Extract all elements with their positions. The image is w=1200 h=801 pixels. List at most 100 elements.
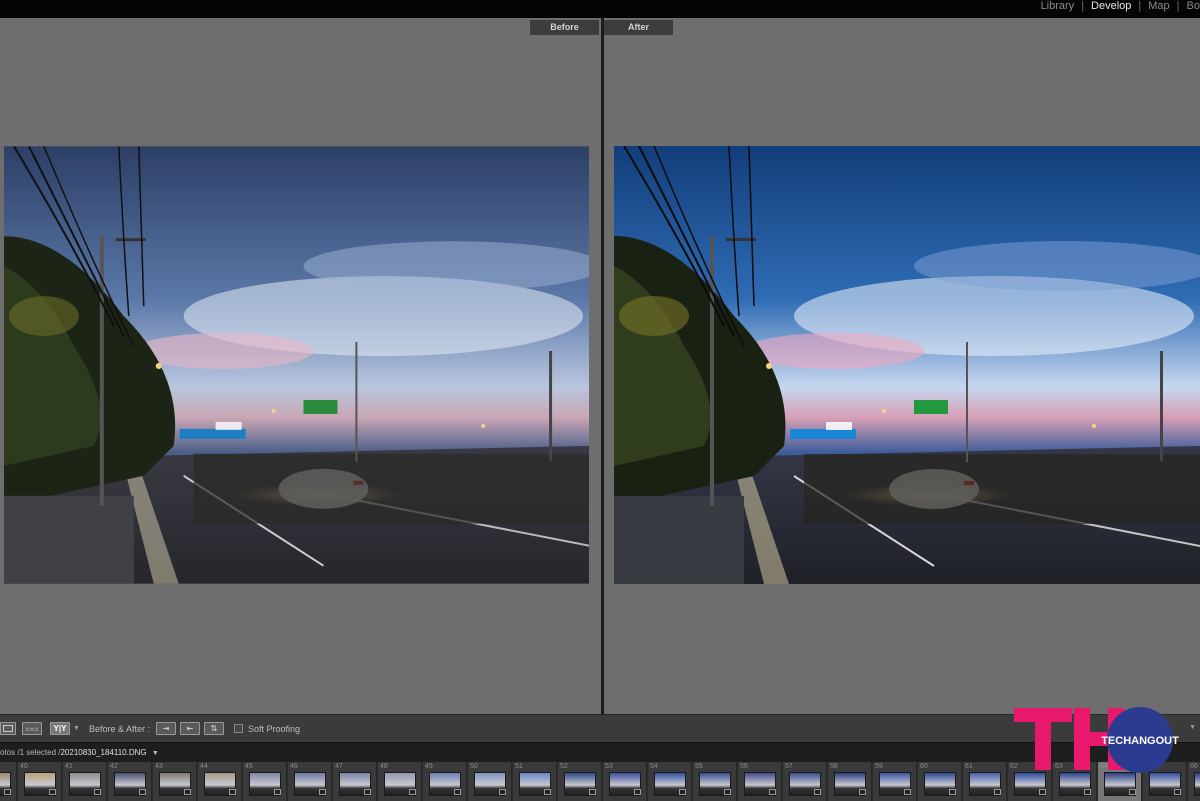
logo-text: TECHANGOUT (1101, 735, 1179, 747)
thumbnail-number: 52 (560, 763, 568, 770)
filmstrip-thumbnail[interactable]: 51 (513, 762, 557, 801)
after-photo-image (614, 146, 1200, 584)
before-after-label: Before & After : (88, 723, 150, 734)
module-develop[interactable]: Develop (1091, 1, 1131, 12)
filmstrip-thumbnail[interactable]: 40 (18, 762, 62, 801)
thumbnail-image (1194, 772, 1200, 796)
filmstrip-thumbnail[interactable]: 60 (918, 762, 962, 801)
filmstrip-thumbnail[interactable]: 66 (1188, 762, 1200, 801)
copy-after-to-before-button[interactable]: ⇤ (179, 722, 200, 735)
filmstrip-thumbnail[interactable]: 61 (963, 762, 1007, 801)
view-dropdown-icon[interactable]: ▼ (73, 725, 80, 732)
edited-badge-icon (499, 789, 506, 795)
edited-badge-icon (319, 789, 326, 795)
filmstrip-thumbnail[interactable]: 44 (198, 762, 242, 801)
edited-badge-icon (229, 789, 236, 795)
arrow-left-icon: ⇤ (186, 724, 194, 733)
soft-proofing-toggle[interactable]: Soft Proofing (233, 723, 300, 734)
filmstrip-thumbnail[interactable]: 53 (603, 762, 647, 801)
edited-badge-icon (724, 789, 731, 795)
filmstrip-thumbnail[interactable] (0, 762, 17, 801)
edited-badge-icon (184, 789, 191, 795)
filmstrip-thumbnail[interactable]: 59 (873, 762, 917, 801)
thumbnail-number: 60 (920, 763, 928, 770)
thumbnail-number: 42 (110, 763, 118, 770)
edited-badge-icon (94, 789, 101, 795)
loupe-view-button[interactable] (0, 722, 16, 735)
filmstrip-thumbnail[interactable]: 48 (378, 762, 422, 801)
thumbnail-number: 41 (65, 763, 73, 770)
edited-badge-icon (364, 789, 371, 795)
selected-filename[interactable]: 20210830_184110.DNG (60, 748, 146, 757)
soft-proofing-label: Soft Proofing (247, 723, 300, 734)
edited-badge-icon (994, 789, 1001, 795)
edited-badge-icon (274, 789, 281, 795)
thumbnail-number: 51 (515, 763, 523, 770)
swap-icon: ⇅ (210, 724, 218, 733)
thumbnail-number: 49 (425, 763, 433, 770)
chevron-down-icon[interactable]: ▼ (152, 750, 159, 757)
filmstrip-thumbnail[interactable]: 58 (828, 762, 872, 801)
thumbnail-number: 55 (695, 763, 703, 770)
edited-badge-icon (1039, 789, 1046, 795)
thumbnail-number: 45 (245, 763, 253, 770)
edited-badge-icon (634, 789, 641, 795)
edited-badge-icon (1129, 789, 1136, 795)
thumbnail-number: 46 (290, 763, 298, 770)
module-library[interactable]: Library (1041, 1, 1075, 12)
edited-badge-icon (1084, 789, 1091, 795)
edited-badge-icon (49, 789, 56, 795)
thumbnail-number: 66 (1190, 763, 1198, 770)
techhangout-logo: TECHANGOUT (1014, 706, 1186, 778)
filmstrip-thumbnail[interactable]: 50 (468, 762, 512, 801)
module-separator: | (1081, 0, 1085, 12)
filmstrip-thumbnail[interactable]: 43 (153, 762, 197, 801)
edited-badge-icon (814, 789, 821, 795)
edited-badge-icon (904, 789, 911, 795)
filmstrip-thumbnail[interactable]: 57 (783, 762, 827, 801)
filmstrip-thumbnail[interactable]: 45 (243, 762, 287, 801)
logo-mark: TECHANGOUT (1014, 707, 1179, 773)
thumbnail-number: 58 (830, 763, 838, 770)
filmstrip-thumbnail[interactable]: 47 (333, 762, 377, 801)
soft-proofing-checkbox[interactable] (233, 724, 243, 733)
compare-icon: ▭▭ (25, 725, 39, 733)
edited-badge-icon (409, 789, 416, 795)
filmstrip-thumbnail[interactable]: 55 (693, 762, 737, 801)
filmstrip-thumbnail[interactable]: 49 (423, 762, 467, 801)
filmstrip-thumbnail[interactable]: 41 (63, 762, 107, 801)
yy-icon: Y|Y (53, 724, 67, 733)
toolbar-menu-icon[interactable]: ▼ (1189, 724, 1196, 731)
filmstrip-thumbnail[interactable]: 46 (288, 762, 332, 801)
swap-button[interactable]: ⇅ (203, 722, 224, 735)
thumbnail-number: 56 (740, 763, 748, 770)
compare-view-button[interactable]: ▭▭ (22, 722, 42, 735)
edited-badge-icon (769, 789, 776, 795)
thumbnail-number: 43 (155, 763, 163, 770)
before-pane: Before (0, 18, 601, 714)
module-picker: Library | Develop | Map | Bo (1041, 0, 1200, 12)
edited-badge-icon (4, 789, 11, 795)
filmstrip-thumbnail[interactable]: 42 (108, 762, 152, 801)
edited-badge-icon (139, 789, 146, 795)
filmstrip-thumbnail[interactable]: 52 (558, 762, 602, 801)
selection-count: otos /1 selected / (0, 748, 61, 757)
edited-badge-icon (949, 789, 956, 795)
edited-badge-icon (859, 789, 866, 795)
after-photo[interactable] (614, 146, 1200, 584)
thumbnail-number: 50 (470, 763, 478, 770)
before-after-view-button[interactable]: Y|Y (50, 722, 70, 735)
filmstrip-thumbnail[interactable]: 54 (648, 762, 692, 801)
filmstrip-thumbnail[interactable]: 56 (738, 762, 782, 801)
loupe-icon (3, 725, 13, 732)
thumbnail-number: 40 (20, 763, 28, 770)
edited-badge-icon (679, 789, 686, 795)
module-map[interactable]: Map (1148, 1, 1169, 12)
thumbnail-number: 57 (785, 763, 793, 770)
before-photo[interactable] (4, 146, 589, 584)
edited-badge-icon (589, 789, 596, 795)
thumbnail-number: 53 (605, 763, 613, 770)
before-photo-image (4, 146, 589, 584)
copy-before-to-after-button[interactable]: ⇥ (155, 722, 176, 735)
module-book[interactable]: Bo (1187, 1, 1200, 12)
